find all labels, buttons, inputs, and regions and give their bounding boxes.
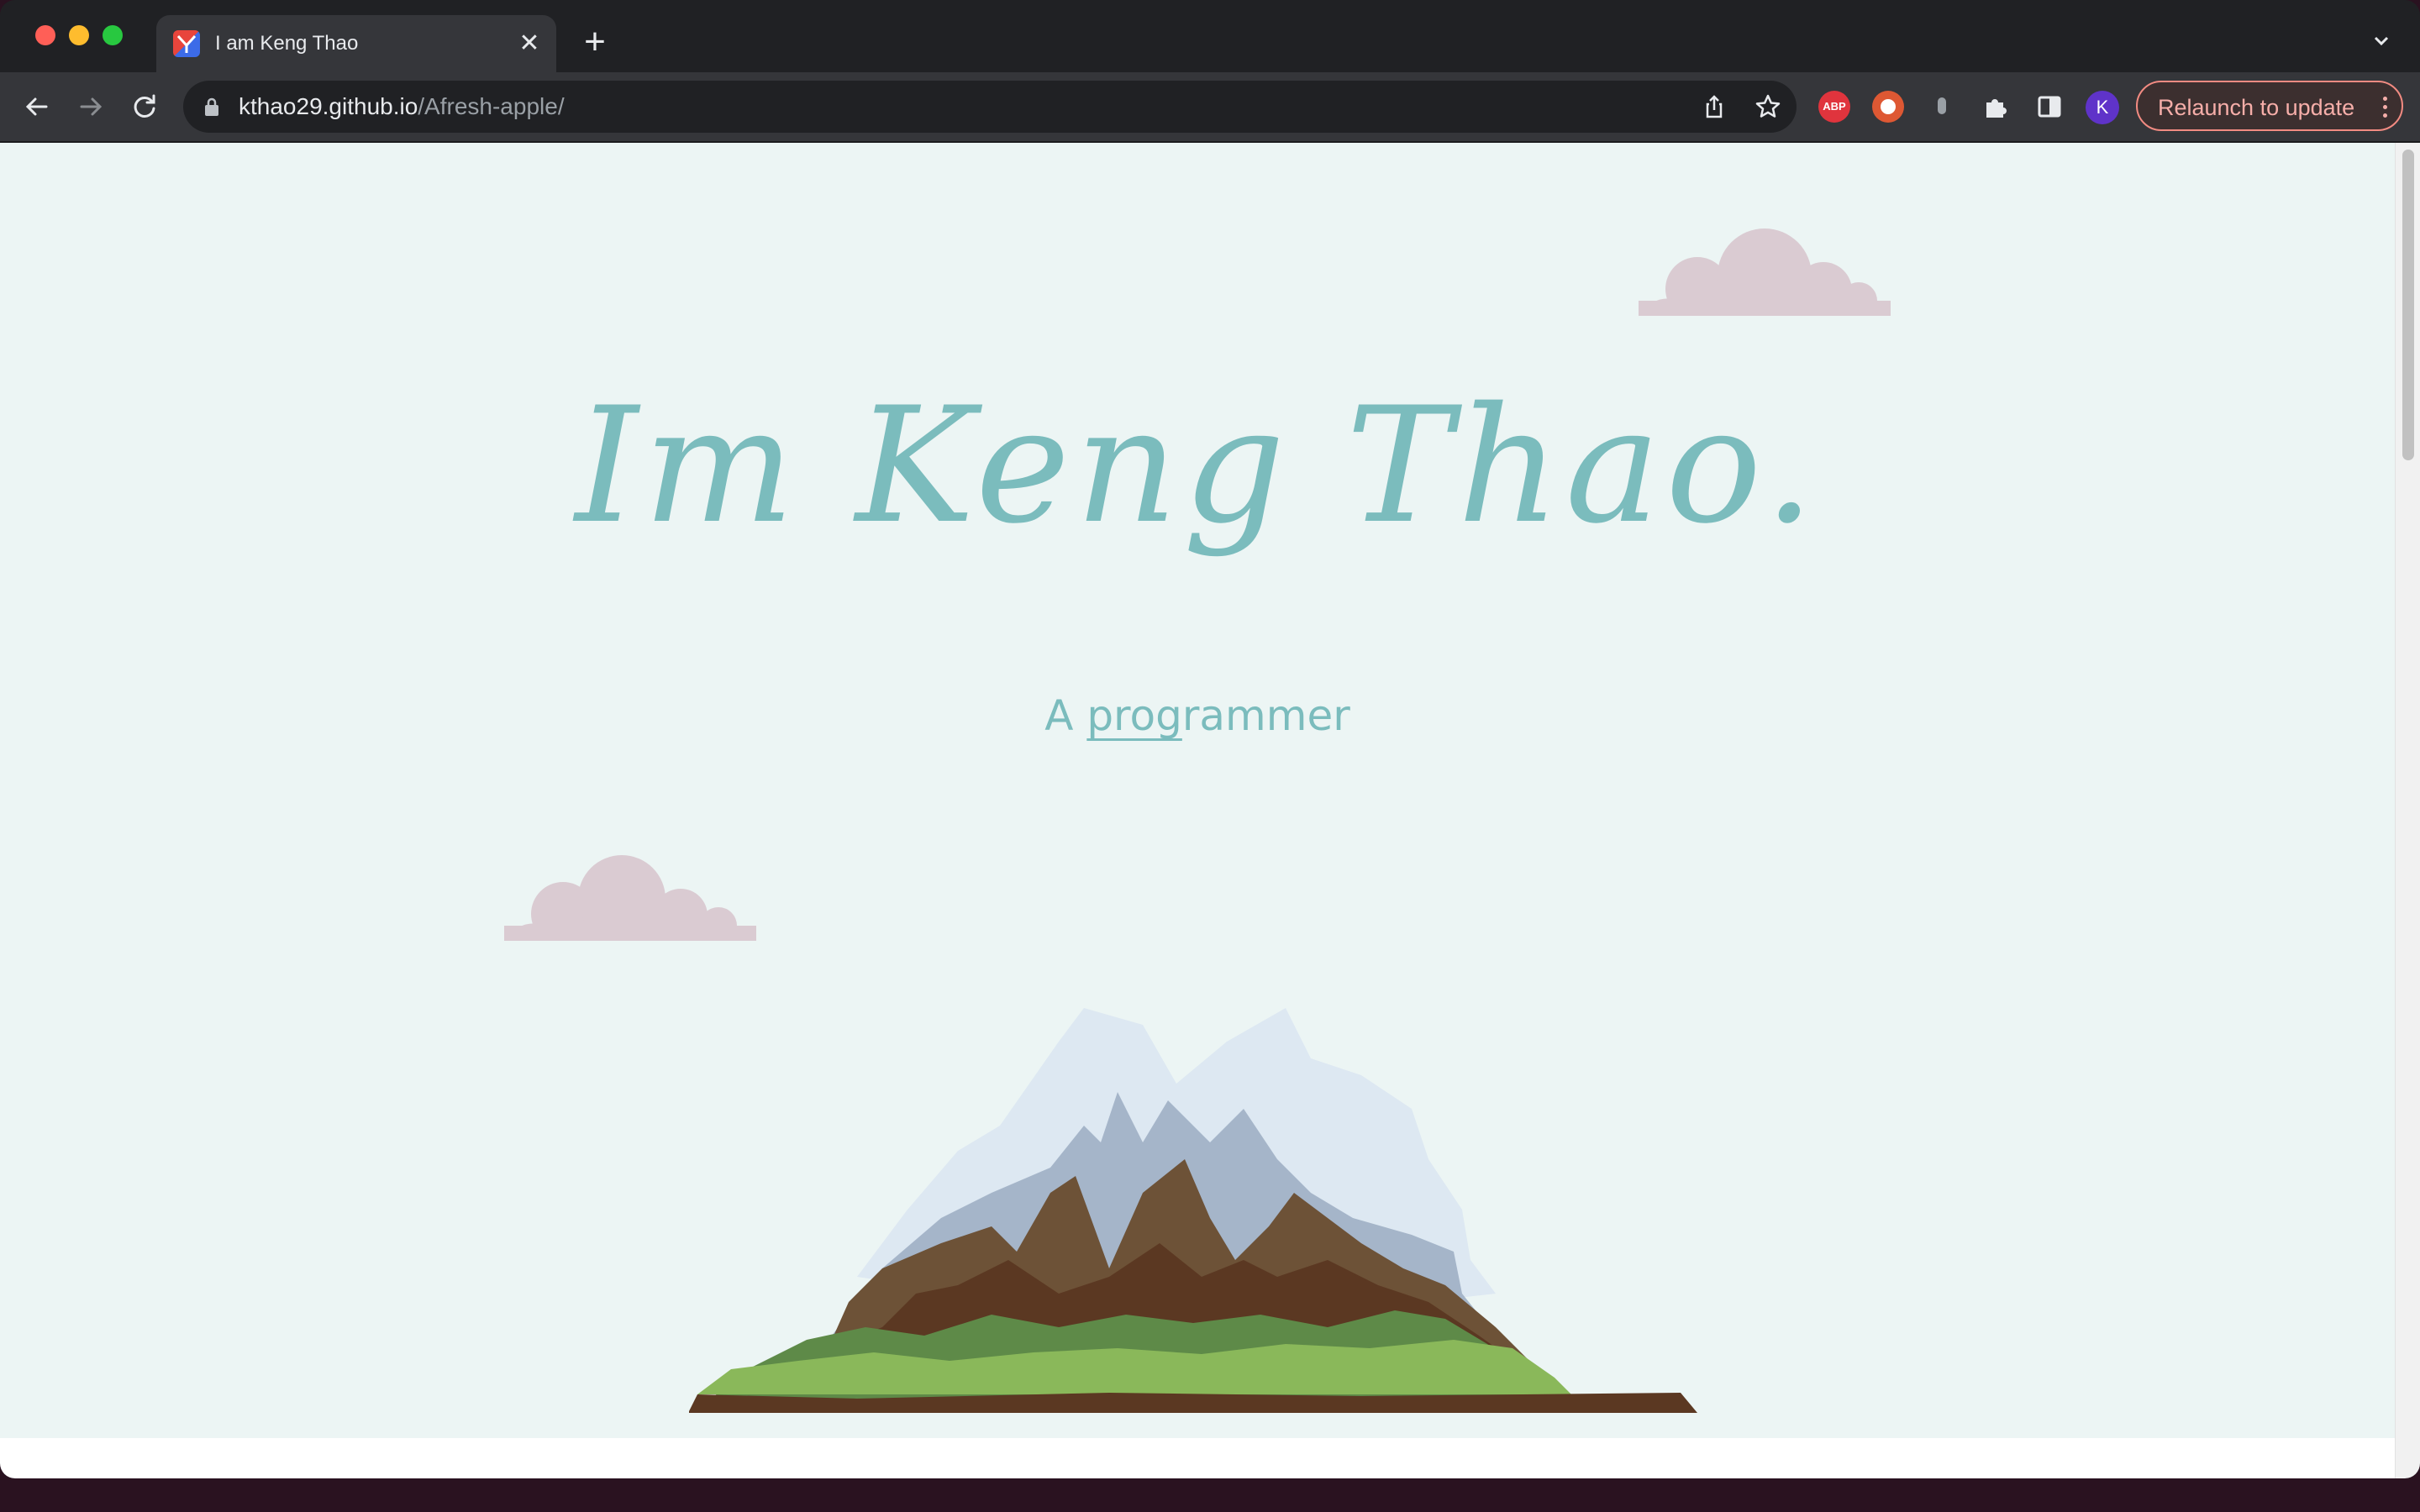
url-text: kthao29.github.io/Afresh-apple/ <box>239 92 565 121</box>
microphone-icon[interactable] <box>1926 91 1958 123</box>
hero-subtitle: A programmer <box>0 689 2395 743</box>
new-tab-button[interactable]: + <box>575 22 615 62</box>
mountain-illustration <box>689 941 1706 1417</box>
share-icon[interactable] <box>1701 93 1728 120</box>
back-icon[interactable] <box>18 88 55 125</box>
lock-icon[interactable] <box>203 97 220 121</box>
relaunch-label: Relaunch to update <box>2158 95 2355 120</box>
close-window-button[interactable] <box>35 25 55 45</box>
favicon-icon <box>173 30 200 57</box>
reload-icon[interactable] <box>126 88 163 125</box>
duckduckgo-icon[interactable] <box>1872 91 1904 123</box>
browser-window: I am Keng Thao ✕ + kthao29.github.io/Afr… <box>0 0 2420 1478</box>
tab-close-icon[interactable]: ✕ <box>514 29 544 59</box>
sidebar-icon[interactable] <box>2033 91 2065 123</box>
cloud-image <box>1639 223 1891 323</box>
adblock-icon[interactable]: ABP <box>1818 91 1850 123</box>
page-viewport: Im Keng Thao. A programmer <box>0 143 2395 1438</box>
tab-strip: I am Keng Thao ✕ + <box>0 0 2420 72</box>
zoom-window-button[interactable] <box>103 25 123 45</box>
subtitle-rest: rammer <box>1181 691 1350 740</box>
hero-title: Im Keng Thao. <box>575 373 1820 559</box>
browser-tab[interactable]: I am Keng Thao ✕ <box>156 15 556 72</box>
forward-icon[interactable] <box>72 88 109 125</box>
minimize-window-button[interactable] <box>69 25 89 45</box>
tab-search-icon[interactable] <box>2366 25 2396 55</box>
profile-avatar[interactable]: K <box>2086 91 2119 124</box>
puzzle-icon[interactable] <box>1980 91 2012 123</box>
more-menu-icon[interactable] <box>2380 94 2390 121</box>
url-host: kthao29.github.io <box>239 93 418 119</box>
star-icon[interactable] <box>1754 93 1781 120</box>
browser-toolbar: kthao29.github.io/Afresh-apple/ ABP K Re… <box>0 72 2420 143</box>
subtitle-prefix: A <box>1044 691 1087 740</box>
scrollbar[interactable] <box>2395 143 2420 1478</box>
scrollbar-thumb[interactable] <box>2402 150 2414 460</box>
address-bar[interactable]: kthao29.github.io/Afresh-apple/ <box>183 81 1797 133</box>
subtitle-typed-text: prog <box>1086 691 1182 740</box>
url-path: /Afresh-apple/ <box>418 93 565 119</box>
tab-title: I am Keng Thao <box>215 32 359 55</box>
page-section-divider <box>0 1438 2395 1478</box>
cloud-image <box>504 848 756 946</box>
relaunch-button[interactable]: Relaunch to update <box>2136 81 2403 131</box>
